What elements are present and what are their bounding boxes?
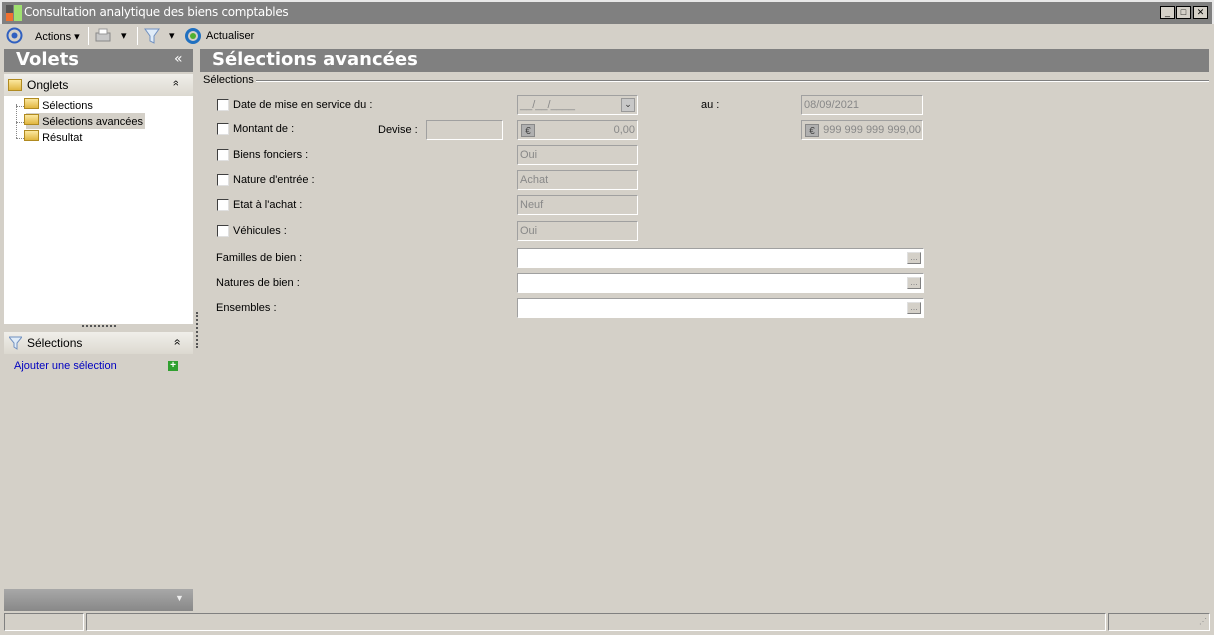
etat-achat-checkbox[interactable]: [217, 199, 229, 211]
open-folder-icon: [24, 114, 39, 125]
volets-title: Volets: [16, 49, 80, 70]
bottom-pane-bar: ▼: [4, 589, 193, 611]
montant-label: Montant de :: [233, 123, 295, 135]
date-from-value: __/__/____: [520, 99, 576, 111]
app-logo-icon: [6, 5, 22, 21]
montant-to-field[interactable]: €999 999 999 999,00: [801, 120, 923, 140]
filter-dropdown-icon[interactable]: ▾: [169, 29, 175, 42]
euro-icon: €: [521, 124, 535, 137]
date-to-field[interactable]: 08/09/2021: [801, 95, 923, 115]
natures-label: Natures de bien :: [216, 277, 300, 289]
selections-panel-title: Sélections: [27, 336, 83, 350]
tree-item-resultat[interactable]: Résultat: [16, 129, 84, 145]
ensembles-label: Ensembles :: [216, 302, 277, 314]
actions-label: Actions: [35, 31, 72, 43]
actions-menu[interactable]: Actions ▾: [35, 30, 80, 43]
montant-to-value: 999 999 999 999,00: [823, 124, 921, 136]
ellipsis-button[interactable]: ...: [907, 302, 921, 314]
devise-label: Devise :: [378, 124, 418, 136]
group-label: Sélections: [203, 74, 254, 86]
montant-from-value: 0,00: [613, 124, 635, 136]
folder-icon: [24, 130, 39, 141]
add-icon[interactable]: +: [168, 361, 178, 371]
biens-fonciers-checkbox[interactable]: [217, 149, 229, 161]
biens-fonciers-field[interactable]: Oui: [517, 145, 638, 165]
tree-item-label: Résultat: [42, 132, 83, 144]
collapse-panel-icon[interactable]: «: [174, 51, 183, 67]
splitter-handle[interactable]: [82, 325, 116, 327]
date-from-picker[interactable]: __/__/____ ⌄: [517, 95, 638, 115]
familles-label: Familles de bien :: [216, 252, 303, 264]
field-value: Oui: [520, 225, 538, 237]
resize-grip-icon[interactable]: ⋰: [1199, 617, 1207, 626]
folder-icon: [8, 79, 22, 91]
close-button[interactable]: ✕: [1193, 6, 1208, 19]
ellipsis-button[interactable]: ...: [907, 277, 921, 289]
add-selection-link[interactable]: Ajouter une sélection: [14, 360, 117, 372]
dropdown-icon[interactable]: ⌄: [621, 98, 635, 112]
filter-icon: [9, 336, 22, 350]
separator: [137, 27, 138, 45]
tree-item-label: Sélections avancées: [42, 116, 143, 128]
title-bar: Consultation analytique des biens compta…: [0, 0, 1214, 24]
filter-icon[interactable]: [144, 28, 160, 44]
group-divider: [256, 80, 1209, 82]
minimize-button[interactable]: _: [1160, 6, 1175, 19]
etat-achat-field[interactable]: Neuf: [517, 195, 638, 215]
target-icon[interactable]: [6, 27, 23, 44]
natures-field[interactable]: ...: [517, 273, 924, 293]
field-value: Neuf: [520, 199, 544, 211]
vertical-splitter-handle[interactable]: [196, 312, 198, 348]
montant-from-field[interactable]: €0,00: [517, 120, 638, 140]
montant-checkbox[interactable]: [217, 123, 229, 135]
biens-fonciers-label: Biens fonciers :: [233, 149, 309, 161]
tab-tree: Sélections Sélections avancées Résultat: [4, 96, 193, 324]
toolbar: Actions ▾ ▾ ▾ Actualiser: [0, 24, 1214, 48]
nature-entree-label: Nature d'entrée :: [233, 174, 315, 186]
tree-item-label: Sélections: [42, 100, 93, 112]
refresh-button[interactable]: Actualiser: [206, 30, 254, 42]
field-value: Oui: [520, 149, 538, 161]
field-value: Achat: [520, 174, 549, 186]
maximize-button[interactable]: □: [1176, 6, 1191, 19]
onglets-title: Onglets: [27, 78, 69, 92]
au-label: au :: [701, 99, 720, 111]
ensembles-field[interactable]: ...: [517, 298, 924, 318]
page-title: Sélections avancées: [212, 49, 418, 70]
vehicules-label: Véhicules :: [233, 225, 287, 237]
collapse-section-icon[interactable]: »: [170, 80, 182, 86]
date-to-value: 08/09/2021: [804, 99, 860, 111]
tree-item-selections-avancees[interactable]: Sélections avancées: [16, 113, 145, 129]
collapse-section-icon[interactable]: »: [169, 339, 183, 346]
status-pane: [1108, 613, 1210, 631]
date-checkbox[interactable]: [217, 99, 229, 111]
status-pane: [4, 613, 84, 631]
volets-header: Volets «: [4, 49, 193, 72]
date-label: Date de mise en service du :: [233, 99, 373, 111]
nature-entree-checkbox[interactable]: [217, 174, 229, 186]
tree-item-selections[interactable]: Sélections: [16, 97, 95, 113]
print-icon[interactable]: [94, 28, 112, 44]
vehicules-checkbox[interactable]: [217, 225, 229, 237]
nature-entree-field[interactable]: Achat: [517, 170, 638, 190]
separator: [88, 27, 89, 45]
etat-achat-label: Etat à l'achat :: [233, 199, 303, 211]
euro-icon: €: [805, 124, 819, 137]
onglets-header[interactable]: Onglets »: [4, 74, 193, 96]
devise-field[interactable]: [426, 120, 503, 140]
familles-field[interactable]: ...: [517, 248, 924, 268]
vehicules-field[interactable]: Oui: [517, 221, 638, 241]
refresh-icon[interactable]: [185, 28, 201, 44]
folder-icon: [24, 98, 39, 109]
main-header: Sélections avancées: [200, 49, 1209, 72]
selections-panel-header[interactable]: Sélections »: [4, 332, 193, 354]
status-pane: [86, 613, 1106, 631]
status-bar: ⋰: [4, 613, 1210, 631]
dropdown-arrow-icon[interactable]: ▼: [175, 593, 184, 603]
window-title: Consultation analytique des biens compta…: [24, 5, 289, 19]
print-dropdown-icon[interactable]: ▾: [121, 29, 127, 42]
ellipsis-button[interactable]: ...: [907, 252, 921, 264]
